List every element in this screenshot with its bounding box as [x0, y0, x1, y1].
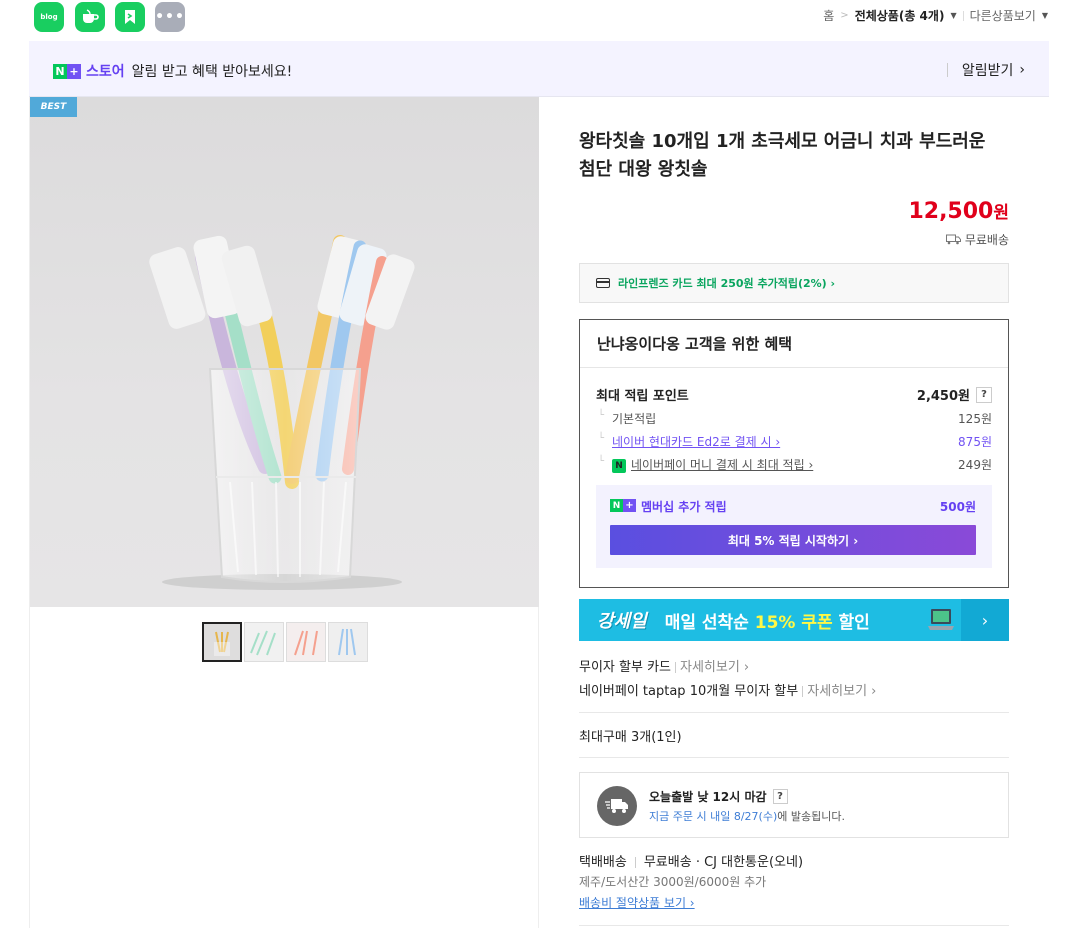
shipping-method: 택배배송	[579, 855, 627, 870]
product-title-line-1: 왕타칫솔 10개입 1개 초극세모 어금니 치과 부드러운	[579, 131, 986, 152]
shipping-saving-link-text[interactable]: 배송비 절약상품 보기 ›	[579, 896, 695, 910]
store-label: 스토어	[86, 64, 125, 80]
cafe-icon[interactable]	[75, 2, 105, 32]
card-promo-box[interactable]: 라인프렌즈 카드 최대 250원 추가적립(2%) ›	[579, 263, 1009, 303]
shipping-fee: 무료배송 · CJ 대한통운(오네)	[643, 855, 804, 870]
points-row-value: 125원	[958, 412, 992, 426]
delivery-note: 에 발송됩니다.	[777, 810, 845, 823]
breadcrumb-category[interactable]: 전체상품(총 4개)	[855, 7, 945, 24]
laptop-icon	[928, 609, 954, 630]
delivery-date: 지금 주문 시 내일 8/27(수)	[649, 810, 778, 823]
product-title: 왕타칫솔 10개입 1개 초극세모 어금니 치과 부드러운 첨단 대왕 왕칫솔	[579, 128, 1009, 184]
benefit-heading: 난냐옹이다옹 고객을 위한 혜택	[580, 320, 1008, 368]
points-row-naverpay[interactable]: N 네이버페이 머니 결제 시 최대 적립 › 249원	[596, 456, 992, 473]
alarm-label: 알림받기	[961, 63, 1014, 79]
product-title-line-2: 첨단 대왕 왕칫솔	[579, 159, 708, 180]
sale-banner[interactable]: 강세일 매일 선착순 15% 쿠폰 할인 ›	[579, 599, 1009, 641]
installment-label: 네이버페이 taptap 10개월 무이자 할부	[579, 684, 799, 699]
benefit-panel: 난냐옹이다옹 고객을 위한 혜택 최대 적립 포인트 2,450원 ? 기본적립…	[579, 319, 1009, 588]
chevron-right-icon: ›	[1019, 62, 1025, 78]
points-row-label[interactable]: 네이버 현대카드 Ed2로 결제 시 ›	[612, 435, 780, 449]
product-price: 12,500원	[908, 198, 1009, 224]
membership-label: 멤버십 추가 적립	[641, 500, 727, 514]
naver-plus-logo: N +	[53, 63, 81, 79]
breadcrumb-home[interactable]: 홈	[823, 7, 834, 24]
shipping-summary: 무료배송	[945, 231, 1009, 248]
delivery-truck-icon	[597, 786, 637, 826]
membership-box: N + 멤버십 추가 적립 500원 최대 5% 적립 시작하기 ›	[596, 485, 992, 568]
shipping-extra: 제주/도서산간 3000원/6000원 추가	[579, 875, 767, 889]
delivery-subtitle: 지금 주문 시 내일 8/27(수)에 발송됩니다.	[649, 808, 845, 824]
thumbnail-3[interactable]	[286, 622, 326, 662]
thumbnail-2[interactable]	[244, 622, 284, 662]
store-alarm-banner: N + 스토어 알림 받고 혜택 받아보세요! 알림받기 ›	[29, 41, 1049, 97]
points-row-basic: 기본적립 125원	[596, 410, 992, 427]
help-icon[interactable]: ?	[772, 789, 788, 804]
divider	[579, 757, 1009, 758]
points-row-value: 875원	[958, 435, 992, 449]
price-unit: 원	[993, 203, 1009, 223]
membership-value: 500원	[939, 500, 976, 514]
alarm-button[interactable]: 알림받기 ›	[946, 60, 1025, 80]
banner-message: 알림 받고 혜택 받아보세요!	[131, 64, 293, 80]
naver-plus-logo: N +	[610, 499, 636, 514]
sale-logo: 강세일	[597, 611, 647, 632]
truck-icon	[945, 234, 961, 245]
points-row-value: 249원	[958, 458, 992, 472]
caret-down-icon[interactable]: ▼	[950, 11, 956, 20]
max-points-value: 2,450원	[916, 389, 970, 404]
price-value: 12,500	[908, 199, 994, 224]
shipping-label: 무료배송	[964, 233, 1009, 247]
points-row-label: 기본적립	[596, 410, 656, 427]
thumbnail-1[interactable]	[202, 622, 242, 662]
installment-detail-link[interactable]: 자세히보기 ›	[680, 660, 749, 675]
installment-label: 무이자 할부 카드	[579, 660, 671, 675]
installment-row-1: 무이자 할부 카드 자세히보기 ›	[579, 656, 1009, 675]
shipping-method-row: 택배배송 무료배송 · CJ 대한통운(오네)	[579, 851, 1009, 870]
credit-card-icon	[596, 278, 610, 288]
purchase-limit: 최대구매 3개(1인)	[579, 730, 682, 745]
help-icon[interactable]: ?	[976, 386, 992, 403]
more-apps-icon[interactable]: •••	[155, 2, 185, 32]
points-row-hyundai-card[interactable]: 네이버 현대카드 Ed2로 결제 시 › 875원	[596, 433, 992, 450]
caret-down-icon[interactable]: ▼	[1042, 11, 1048, 20]
breadcrumb: 홈 > 전체상품(총 4개) ▼ 다른상품보기 ▼	[823, 7, 1048, 24]
product-gallery: BEST	[29, 97, 539, 928]
installment-detail-link[interactable]: 자세히보기 ›	[807, 684, 876, 699]
installment-row-2: 네이버페이 taptap 10개월 무이자 할부 자세히보기 ›	[579, 680, 1009, 699]
points-row-label[interactable]: 네이버페이 머니 결제 시 최대 적립 ›	[631, 458, 813, 472]
sale-arrow-icon[interactable]: ›	[961, 599, 1009, 641]
divider	[579, 925, 1009, 926]
shipping-saving-link[interactable]: 배송비 절약상품 보기 ›	[579, 894, 1009, 911]
delivery-title: 오늘출발 낮 12시 마감 ?	[649, 788, 788, 805]
blog-icon[interactable]: blog	[34, 2, 64, 32]
bookmark-icon[interactable]	[115, 2, 145, 32]
naverpay-icon: N	[612, 458, 626, 473]
card-promo-text: 라인프렌즈 카드 최대 250원 추가적립(2%) ›	[618, 277, 836, 290]
product-main-image[interactable]: BEST	[30, 97, 539, 607]
today-delivery-box: 오늘출발 낮 12시 마감 ? 지금 주문 시 내일 8/27(수)에 발송됩니…	[579, 772, 1009, 838]
chevron-right-icon: >	[840, 10, 849, 21]
best-badge: BEST	[30, 97, 77, 117]
max-points-row: 최대 적립 포인트 2,450원 ?	[596, 385, 992, 404]
divider	[579, 712, 1009, 713]
other-products-link[interactable]: 다른상품보기	[970, 7, 1036, 24]
delivery-title-text: 오늘출발 낮 12시 마감	[649, 790, 767, 804]
divider	[962, 10, 964, 21]
thumbnail-4[interactable]	[328, 622, 368, 662]
max-points-label: 최대 적립 포인트	[596, 389, 689, 404]
sale-text: 매일 선착순 15% 쿠폰 할인	[664, 612, 870, 633]
membership-start-button[interactable]: 최대 5% 적립 시작하기 ›	[610, 525, 976, 555]
